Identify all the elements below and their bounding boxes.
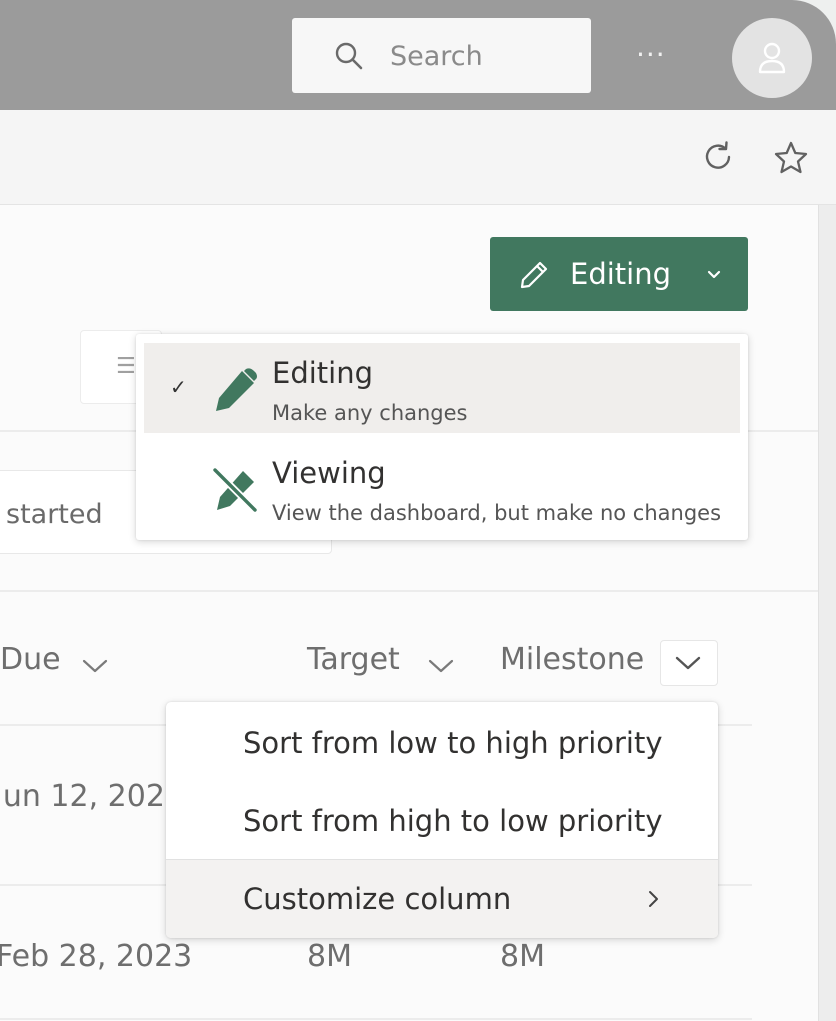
- menu-item-sort-high-low[interactable]: Sort from high to low priority: [166, 782, 718, 860]
- mode-menu: ✓ Editing Make any changes Viewing View …: [136, 334, 748, 540]
- chevron-down-icon[interactable]: [80, 656, 110, 676]
- table-cell-milestone: 8M: [500, 939, 545, 974]
- pencil-off-icon: [212, 467, 258, 513]
- refresh-icon[interactable]: [700, 139, 736, 175]
- table-cell-due: Feb 28, 2023: [0, 939, 193, 974]
- table-cell-due: Jun 12, 202: [0, 779, 165, 814]
- menu-item-description: View the dashboard, but make no changes: [272, 501, 722, 525]
- app-window: Search ··· Editing ☰ started Due Target …: [0, 0, 836, 1021]
- star-icon[interactable]: [772, 139, 810, 177]
- menu-item-editing[interactable]: ✓ Editing Make any changes: [144, 343, 740, 433]
- avatar[interactable]: [732, 18, 812, 98]
- menu-item-customize-column[interactable]: Customize column: [166, 860, 718, 938]
- checkmark-icon: ✓: [170, 375, 187, 399]
- search-input[interactable]: Search: [390, 40, 483, 74]
- divider: [0, 590, 818, 592]
- milestone-sort-button[interactable]: [660, 640, 718, 686]
- menu-item-title: Viewing: [272, 456, 386, 490]
- pencil-icon: [520, 261, 548, 289]
- column-menu: Sort from low to high priority Sort from…: [166, 702, 718, 938]
- menu-item-title: Editing: [272, 356, 374, 390]
- chevron-down-icon[interactable]: [426, 656, 456, 676]
- search-icon: [335, 42, 363, 70]
- scrollbar[interactable]: [818, 205, 836, 1021]
- editing-mode-label: Editing: [570, 257, 672, 291]
- table-cell-target: 8M: [307, 939, 352, 974]
- menu-item-description: Make any changes: [272, 401, 468, 425]
- column-header-target[interactable]: Target: [307, 641, 400, 679]
- menu-item-label: Customize column: [243, 882, 512, 916]
- menu-item-viewing[interactable]: Viewing View the dashboard, but make no …: [144, 443, 740, 533]
- more-options-button[interactable]: ···: [636, 38, 666, 72]
- chevron-down-icon: [675, 656, 701, 670]
- list-icon: ☰: [116, 354, 136, 379]
- status-filter-value: started: [6, 499, 103, 530]
- menu-item-sort-low-high[interactable]: Sort from low to high priority: [166, 704, 718, 782]
- column-header-due[interactable]: Due: [0, 641, 61, 679]
- column-header-milestone[interactable]: Milestone: [500, 641, 644, 679]
- chevron-down-icon: [707, 270, 721, 279]
- person-icon: [758, 42, 786, 74]
- row-divider: [0, 1018, 752, 1020]
- menu-item-label: Sort from high to low priority: [243, 804, 663, 838]
- menu-item-label: Sort from low to high priority: [243, 726, 663, 760]
- chevron-right-icon: [649, 891, 658, 907]
- pencil-icon: [216, 368, 257, 411]
- editing-mode-button[interactable]: Editing: [490, 237, 748, 311]
